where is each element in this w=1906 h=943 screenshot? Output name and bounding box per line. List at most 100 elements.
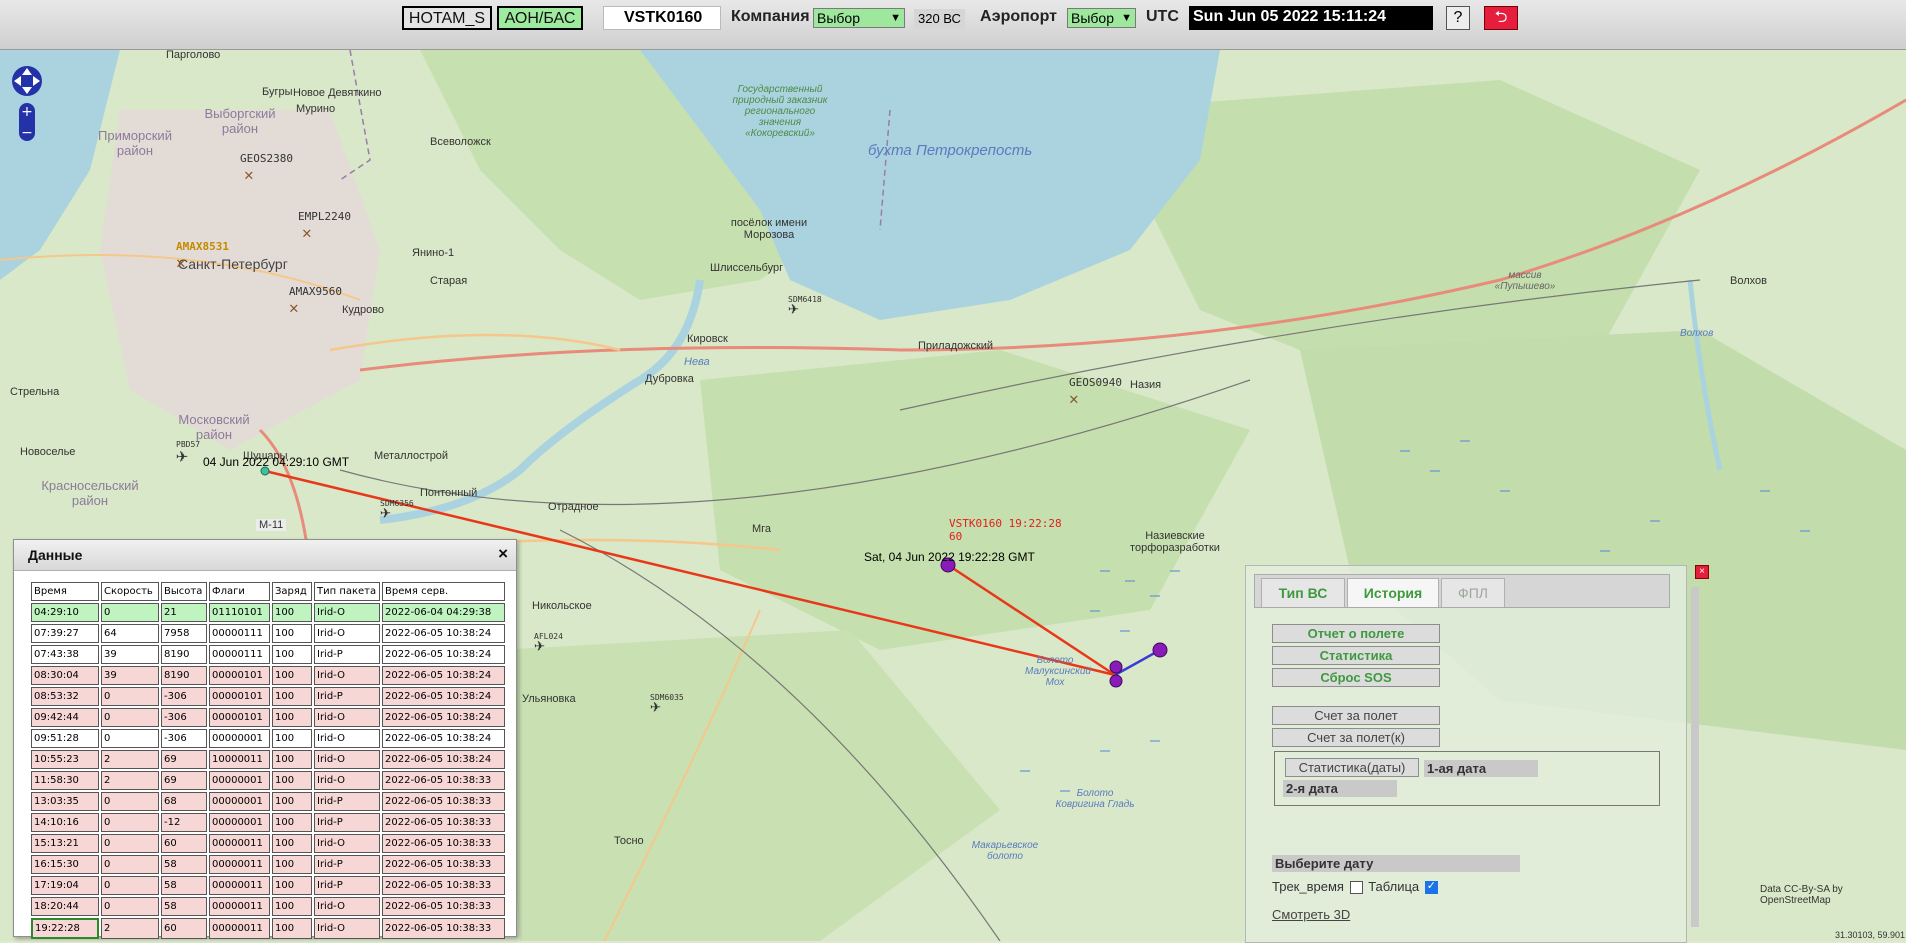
table-row[interactable]: 09:42:44 0 -306 00000101 100 Irid-O 2022-06-05…	[31, 708, 505, 727]
map-marker[interactable]: PBD57 ✈	[176, 440, 200, 467]
map-marker[interactable]: SDM6418 ✈	[788, 295, 822, 319]
cursor-coordinates: 31.30103, 59.901	[1835, 930, 1906, 940]
aircraft-label[interactable]: VSTK0160 19:22:28 60	[949, 517, 1062, 543]
table-row[interactable]: 16:15:30 0 58 00000011 100 Irid-P 2022-06-05 1…	[31, 855, 505, 874]
stats-dates-button[interactable]: Статистика(даты)	[1285, 758, 1419, 777]
map-marker[interactable]: SDM6356 ✈	[380, 499, 414, 523]
table-row[interactable]: 14:10:16 0 -12 00000001 100 Irid-P 2022-06-05 …	[31, 813, 505, 832]
tab-history[interactable]: История	[1347, 578, 1439, 607]
exit-arrow-icon: ⮌	[1494, 9, 1508, 26]
tab-aircraft-type[interactable]: Тип ВС	[1261, 578, 1345, 607]
close-icon[interactable]: ×	[1695, 565, 1709, 579]
map-marker[interactable]: GEOS2380 ✕	[240, 152, 293, 184]
date1-field[interactable]: 1-ая дата	[1424, 760, 1538, 777]
table-row[interactable]: 15:13:21 0 60 00000011 100 Irid-O 2022-06-05 1…	[31, 834, 505, 853]
table-cell: 100	[272, 666, 312, 685]
track-time-checkbox[interactable]	[1349, 881, 1363, 895]
airport-label: Аэропорт	[980, 8, 1057, 25]
column-header[interactable]: Высота	[161, 582, 207, 601]
column-header[interactable]: Флаги	[209, 582, 270, 601]
table-cell: 00000111	[209, 645, 270, 664]
column-header[interactable]: Время	[31, 582, 99, 601]
table-cell: 09:42:44	[31, 708, 99, 727]
table-cell: 2022-06-05 10:38:24	[382, 666, 505, 685]
map-label: Приморский район	[98, 128, 172, 158]
map-marker[interactable]: SDM6035 ✈	[650, 693, 684, 717]
column-header[interactable]: Заряд	[272, 582, 312, 601]
column-header[interactable]: Тип пакета	[314, 582, 380, 601]
table-cell: 60	[161, 834, 207, 853]
airport-select[interactable]: Выбор ▼	[1067, 8, 1136, 28]
table-row[interactable]: 08:53:32 0 -306 00000101 100 Irid-P 2022-06-05…	[31, 687, 505, 706]
table-row[interactable]: 08:30:04 39 8190 00000101 100 Irid-O 2022-06-0…	[31, 666, 505, 685]
table-row[interactable]: 19:22:28 2 60 00000011 100 Irid-O 2022-06-05 1…	[31, 918, 505, 939]
aon-bas-button[interactable]: АОН/БАС	[497, 6, 583, 30]
table-row[interactable]: 10:55:23 2 69 10000011 100 Irid-O 2022-06-05 1…	[31, 750, 505, 769]
map-label: Кировск	[687, 333, 728, 345]
marker-label: GEOS2380	[240, 152, 293, 165]
table-row[interactable]: 04:29:10 0 21 01110101 100 Irid-O 2022-06-04 0…	[31, 603, 505, 622]
panel-scrollbar[interactable]	[1691, 587, 1699, 927]
table-row[interactable]: 07:43:38 39 8190 00000111 100 Irid-P 2022-06-0…	[31, 645, 505, 664]
table-row[interactable]: 09:51:28 0 -306 00000001 100 Irid-O 2022-06-05…	[31, 729, 505, 748]
table-cell: -306	[161, 729, 207, 748]
table-cell: 2	[101, 771, 159, 790]
table-cell: 2022-06-05 10:38:33	[382, 855, 505, 874]
table-cell: 100	[272, 855, 312, 874]
svg-text:+: +	[21, 104, 33, 120]
map-label: Старая	[430, 275, 468, 287]
table-row[interactable]: 18:20:44 0 58 00000011 100 Irid-O 2022-06-05 1…	[31, 897, 505, 916]
table-cell: 00000011	[209, 918, 270, 939]
view-3d-link[interactable]: Смотреть 3D	[1272, 907, 1350, 922]
table-row[interactable]: 07:39:27 64 7958 00000111 100 Irid-O 2022-06-0…	[31, 624, 505, 643]
table-cell: Irid-O	[314, 897, 380, 916]
date2-field[interactable]: 2-я дата	[1283, 780, 1397, 797]
history-tabs: Тип ВС История ФПЛ	[1254, 574, 1670, 608]
table-row[interactable]: 17:19:04 0 58 00000011 100 Irid-P 2022-06-05 1…	[31, 876, 505, 895]
tab-fpl[interactable]: ФПЛ	[1441, 578, 1505, 607]
table-row[interactable]: 13:03:35 0 68 00000001 100 Irid-P 2022-06-05 1…	[31, 792, 505, 811]
flight-report-button[interactable]: Отчет о полете	[1272, 624, 1440, 643]
flight-search-input[interactable]: VSTK0160	[603, 6, 721, 30]
table-cell: Irid-P	[314, 687, 380, 706]
table-cell: 100	[272, 897, 312, 916]
help-button[interactable]: ?	[1446, 6, 1470, 30]
reset-sos-button[interactable]: Сброс SOS	[1272, 668, 1440, 687]
statistics-button[interactable]: Статистика	[1272, 646, 1440, 665]
column-header[interactable]: Время серв.	[382, 582, 505, 601]
table-cell: 17:19:04	[31, 876, 99, 895]
exit-button[interactable]: ⮌	[1484, 6, 1518, 30]
table-cell: 2022-06-05 10:38:24	[382, 708, 505, 727]
pan-zoom-control[interactable]: + −	[9, 63, 49, 143]
table-cell: 0	[101, 729, 159, 748]
company-select[interactable]: Выбор ▼	[813, 8, 905, 28]
column-header[interactable]: Скорость	[101, 582, 159, 601]
table-row[interactable]: 11:58:30 2 69 00000001 100 Irid-O 2022-06-05 1…	[31, 771, 505, 790]
table-cell: 2022-06-05 10:38:33	[382, 813, 505, 832]
map-marker[interactable]: AMAX9560 ✕	[289, 285, 342, 317]
table-checkbox[interactable]	[1424, 879, 1438, 895]
invoice-button[interactable]: Счет за полет	[1272, 706, 1440, 725]
close-icon[interactable]: ×	[498, 544, 508, 564]
map-label: массив «Пупышево»	[1494, 270, 1556, 292]
table-cell: Irid-P	[314, 645, 380, 664]
table-cell: 69	[161, 750, 207, 769]
map-marker[interactable]: EMPL2240 ✕	[298, 210, 351, 242]
map-attribution[interactable]: Data CC-By-SA by OpenStreetMap	[1760, 884, 1906, 906]
map-marker[interactable]: AMAX8531 ✕	[176, 240, 229, 272]
map-label: Всеволожск	[430, 136, 491, 148]
invoice-k-button[interactable]: Счет за полет(к)	[1272, 728, 1440, 747]
table-cell: Irid-P	[314, 855, 380, 874]
table-cell: 0	[101, 687, 159, 706]
marker-label: AMAX8531	[176, 240, 229, 253]
notam-button[interactable]: HOTAM_S	[402, 6, 492, 30]
map-marker[interactable]: GEOS0940 ✕	[1069, 376, 1122, 408]
track-end-label: Sat, 04 Jun 2022 19:22:28 GMT	[864, 550, 1035, 564]
table-cell: 0	[101, 603, 159, 622]
data-panel-header: Данные ×	[14, 540, 516, 571]
map-label: Волхов	[1730, 275, 1767, 287]
table-label: Таблица	[1368, 879, 1420, 894]
map-marker[interactable]: AFL024 ✈	[534, 632, 563, 656]
table-cell: 0	[101, 834, 159, 853]
table-cell: 00000011	[209, 897, 270, 916]
